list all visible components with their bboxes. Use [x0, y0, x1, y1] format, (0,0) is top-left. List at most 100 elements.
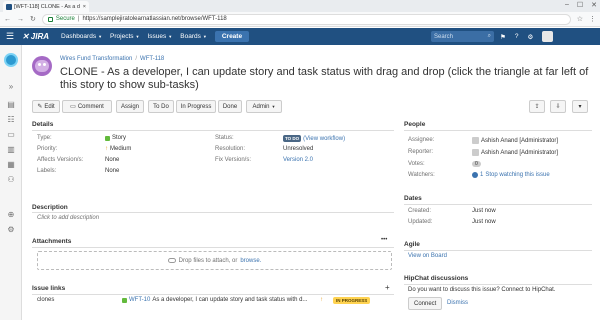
close-window-icon[interactable]: ✕ — [591, 1, 597, 9]
to-do-button[interactable]: To Do — [148, 100, 174, 113]
view-on-board-link[interactable]: View on Board — [408, 253, 447, 259]
url-field[interactable]: Secure | https://samplejiratolearnatlass… — [41, 13, 571, 25]
priority-text: Medium — [110, 146, 132, 152]
connect-button[interactable]: Connect — [408, 297, 443, 310]
issues-icon[interactable]: ▦ — [6, 160, 16, 169]
fix-version-value[interactable]: Version 2.0 — [283, 157, 313, 163]
forward-icon[interactable]: → — [17, 16, 24, 23]
watch-icon — [472, 172, 478, 178]
dropzone-text: Drop files to attach, or — [178, 257, 238, 264]
avatar — [472, 137, 479, 144]
breadcrumb-issue-key[interactable]: WFT-118 — [140, 56, 164, 62]
secure-label: Secure — [55, 16, 75, 22]
attachments-heading: Attachments — [32, 238, 72, 245]
help-icon[interactable]: ? — [515, 33, 519, 40]
minimize-icon[interactable]: – — [565, 1, 569, 9]
jira-brand-text: JIRA — [30, 32, 50, 41]
linked-issue[interactable]: WFT-10 As a developer, I can update stor… — [122, 297, 307, 303]
watchers-count[interactable]: 1 — [480, 172, 483, 178]
more-icon: ▾ — [578, 104, 582, 110]
assign-button[interactable]: Assign — [116, 100, 144, 113]
reload-icon[interactable]: ↻ — [30, 15, 36, 23]
collapse-icon[interactable]: » — [6, 82, 16, 91]
url-text[interactable]: https://samplejiratolearnatlassian.net/b… — [82, 16, 226, 22]
jira-logo[interactable]: ✕ JIRA — [22, 32, 49, 41]
assignee-value[interactable]: Ashish Anand [Administrator] — [472, 137, 558, 144]
linked-issue-key[interactable]: WFT-10 — [129, 297, 150, 303]
settings-icon[interactable]: ⚙ — [527, 33, 533, 41]
back-icon[interactable]: ← — [4, 16, 11, 23]
breadcrumb-separator: / — [135, 56, 138, 62]
details-heading: Details — [32, 121, 54, 128]
user-avatar[interactable] — [542, 31, 554, 42]
reporter-value[interactable]: Ashish Anand [Administrator] — [472, 149, 558, 156]
priority-label: Priority: — [37, 146, 58, 152]
linked-issue-summary[interactable]: As a developer, I can update story and t… — [152, 297, 307, 303]
attachments-more-icon[interactable]: ••• — [381, 237, 387, 243]
menu-icon[interactable]: ☰ — [6, 31, 14, 42]
watchers-value: 1 Stop watching this issue — [472, 172, 550, 178]
nav-boards[interactable]: Boards ▼ — [180, 33, 207, 40]
dismiss-link[interactable]: Dismiss — [447, 300, 468, 306]
view-workflow-link[interactable]: (View workflow) — [303, 136, 345, 142]
comment-button[interactable]: ▭ Comment — [62, 100, 112, 113]
nav-issues[interactable]: Issues ▼ — [148, 33, 173, 40]
search-icon: ⌕ — [487, 33, 491, 39]
edit-button[interactable]: ✎ Edit — [32, 100, 60, 113]
maximize-icon[interactable]: ☐ — [577, 1, 583, 9]
url-separator: | — [77, 16, 80, 22]
reporter-name: Ashish Anand [Administrator] — [481, 149, 559, 156]
nav-projects[interactable]: Projects ▼ — [110, 33, 139, 40]
browser-menu-icon[interactable]: ⋮ — [589, 15, 596, 23]
tab-close-icon[interactable]: × — [83, 4, 86, 10]
export-icon: ⇩ — [555, 104, 561, 110]
attachment-dropzone[interactable]: Drop files to attach, or browse. — [37, 251, 392, 270]
board-icon[interactable]: ▤ — [6, 100, 16, 109]
create-button[interactable]: Create — [214, 31, 250, 42]
people-divider — [404, 130, 592, 131]
stop-watching-link[interactable]: Stop watching this issue — [485, 172, 549, 178]
chevron-down-icon: ▼ — [168, 34, 173, 39]
star-icon[interactable]: ☆ — [577, 15, 583, 23]
project-settings-icon[interactable]: ⚙ — [6, 225, 16, 234]
avatar-eye — [43, 63, 46, 66]
more-button[interactable]: ▾ — [572, 100, 588, 113]
assignee-label: Assignee: — [408, 137, 435, 143]
description-heading: Description — [32, 204, 68, 211]
nav-dashboards[interactable]: Dashboards ▼ — [61, 33, 102, 40]
breadcrumb-project[interactable]: Wires Fund Transformation — [60, 56, 132, 62]
linked-status-badge: IN PROGRESS — [333, 297, 371, 304]
pencil-icon: ✎ — [37, 104, 43, 110]
labels-value: None — [105, 168, 120, 174]
priority-medium-icon: ↑ — [320, 297, 323, 303]
components-icon[interactable]: ⚇ — [6, 175, 16, 184]
search-input[interactable]: Search ⌕ — [431, 31, 494, 42]
add-item-icon[interactable]: ⊕ — [6, 210, 16, 219]
in-progress-button[interactable]: In Progress — [176, 100, 216, 113]
backlog-icon[interactable]: ☷ — [6, 115, 16, 124]
chevron-down-icon: ▼ — [271, 104, 276, 109]
favicon-icon — [6, 3, 12, 10]
status-badge[interactable]: TO DO — [283, 135, 302, 142]
releases-icon[interactable]: ▭ — [6, 130, 16, 139]
votes-count: 0 — [472, 161, 481, 167]
notifications-icon[interactable]: ⚑ — [500, 33, 506, 41]
admin-button[interactable]: Admin ▼ — [246, 100, 282, 113]
share-button[interactable]: ⇪ — [529, 100, 545, 113]
browse-link[interactable]: browse. — [240, 258, 261, 264]
nav-dashboards-label: Dashboards — [61, 33, 97, 40]
attachments-divider — [32, 247, 394, 248]
admin-label: Admin — [252, 103, 270, 110]
description-placeholder[interactable]: Click to add description — [37, 215, 99, 221]
project-avatar[interactable] — [4, 53, 18, 67]
reports-icon[interactable]: ▥ — [6, 145, 16, 154]
affects-version-value: None — [105, 157, 120, 163]
status-value: TO DO (View workflow) — [283, 135, 345, 142]
votes-value[interactable]: 0 — [472, 161, 481, 167]
issue-links-divider — [32, 294, 394, 295]
browser-tab[interactable]: [WFT-118] CLONE - As a d × — [3, 1, 89, 12]
done-button[interactable]: Done — [218, 100, 242, 113]
export-button[interactable]: ⇩ — [550, 100, 566, 113]
add-link-icon[interactable]: + — [385, 283, 390, 292]
dates-divider — [404, 204, 592, 205]
